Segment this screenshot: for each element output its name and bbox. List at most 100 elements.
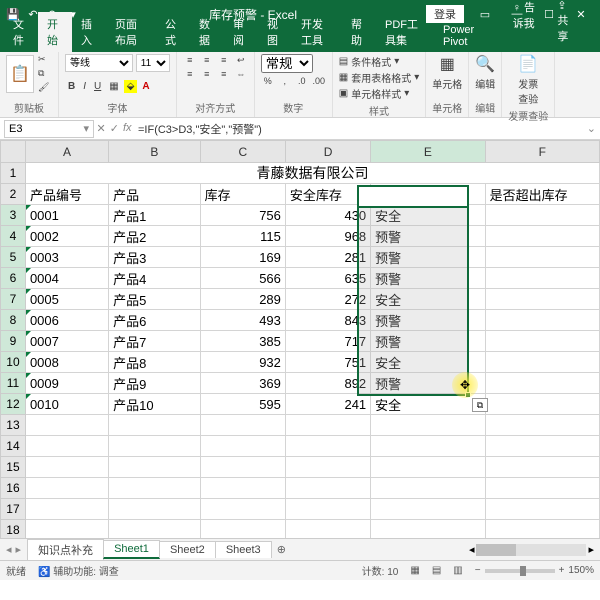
cell[interactable] bbox=[485, 289, 599, 310]
cell[interactable] bbox=[200, 457, 285, 478]
cell[interactable]: 0003 bbox=[25, 247, 108, 268]
cell[interactable] bbox=[285, 457, 370, 478]
column-header[interactable]: B bbox=[109, 141, 201, 163]
cell[interactable]: 843 bbox=[285, 310, 370, 331]
zoom-out-button[interactable]: − bbox=[475, 565, 481, 576]
paste-button[interactable]: 📋 bbox=[6, 55, 34, 93]
zoom-slider[interactable] bbox=[485, 569, 555, 573]
cell[interactable]: 566 bbox=[200, 268, 285, 289]
cell[interactable] bbox=[285, 478, 370, 499]
autofill-options-button[interactable]: ⧉ bbox=[472, 398, 488, 412]
select-all-corner[interactable] bbox=[1, 141, 26, 163]
tab-scroll-right-icon[interactable]: ▸ bbox=[16, 543, 22, 556]
column-header[interactable]: A bbox=[25, 141, 108, 163]
row-header[interactable]: 11 bbox=[1, 373, 26, 394]
cell[interactable]: 272 bbox=[285, 289, 370, 310]
cell[interactable] bbox=[485, 310, 599, 331]
fx-icon[interactable]: fx bbox=[123, 122, 132, 135]
cell[interactable] bbox=[485, 247, 599, 268]
cell[interactable] bbox=[485, 415, 599, 436]
cell[interactable]: 0008 bbox=[25, 352, 108, 373]
underline-button[interactable]: U bbox=[91, 80, 104, 93]
tab-developer[interactable]: 开发工具 bbox=[292, 12, 342, 52]
tab-scroll-left-icon[interactable]: ◂ bbox=[6, 543, 12, 556]
column-header[interactable]: C bbox=[200, 141, 285, 163]
cell[interactable] bbox=[109, 478, 201, 499]
align-center-icon[interactable]: ≡ bbox=[200, 68, 214, 80]
cell[interactable]: 115 bbox=[200, 226, 285, 247]
cell[interactable] bbox=[109, 436, 201, 457]
merge-icon[interactable]: ⇔ bbox=[234, 68, 248, 80]
tab-powerpivot[interactable]: Power Pivot bbox=[434, 20, 495, 52]
cell[interactable]: 0001 bbox=[25, 205, 108, 226]
row-header[interactable]: 15 bbox=[1, 457, 26, 478]
cell[interactable]: 产品8 bbox=[109, 352, 201, 373]
cell[interactable]: 是否超出库存 bbox=[485, 184, 599, 205]
align-left-icon[interactable]: ≡ bbox=[183, 68, 197, 80]
cell[interactable] bbox=[371, 520, 485, 539]
tell-me[interactable]: ♀ 告诉我 bbox=[504, 0, 549, 48]
cancel-formula-icon[interactable]: ✕ bbox=[97, 122, 106, 135]
dec-decimal-icon[interactable]: .00 bbox=[312, 75, 326, 87]
cell-style-button[interactable]: ▣ 单元格样式 ▾ bbox=[339, 86, 419, 101]
cell[interactable]: 0007 bbox=[25, 331, 108, 352]
cell[interactable]: 968 bbox=[285, 226, 370, 247]
cell[interactable]: 产品4 bbox=[109, 268, 201, 289]
cell[interactable]: 产品编号 bbox=[25, 184, 108, 205]
cell[interactable] bbox=[109, 499, 201, 520]
align-right-icon[interactable]: ≡ bbox=[217, 68, 231, 80]
sheet-tab[interactable]: Sheet1 bbox=[103, 540, 160, 559]
cell[interactable] bbox=[285, 499, 370, 520]
cell[interactable]: 281 bbox=[285, 247, 370, 268]
copy-icon[interactable]: ⧉ bbox=[38, 68, 52, 80]
cell[interactable]: 430 bbox=[285, 205, 370, 226]
cell[interactable]: 安全库存 bbox=[285, 184, 370, 205]
tab-home[interactable]: 开始 bbox=[38, 12, 72, 52]
cell[interactable] bbox=[485, 205, 599, 226]
tab-help[interactable]: 帮助 bbox=[342, 12, 376, 52]
formula-input[interactable]: =IF(C3>D3,"安全","预警") bbox=[134, 121, 583, 137]
cell[interactable] bbox=[285, 415, 370, 436]
cell[interactable]: 预警 bbox=[371, 226, 485, 247]
cell[interactable]: 932 bbox=[200, 352, 285, 373]
row-header[interactable]: 17 bbox=[1, 499, 26, 520]
cells-icon[interactable]: ▦ bbox=[440, 54, 455, 74]
font-size-select[interactable]: 11 bbox=[136, 54, 170, 72]
new-sheet-button[interactable]: ⊕ bbox=[271, 543, 292, 556]
invoice-icon[interactable]: 📄 bbox=[518, 54, 538, 74]
cell[interactable] bbox=[371, 436, 485, 457]
row-header[interactable]: 16 bbox=[1, 478, 26, 499]
cell[interactable]: 预警 bbox=[371, 331, 485, 352]
cell[interactable]: 安全 bbox=[371, 352, 485, 373]
cell[interactable]: 产品3 bbox=[109, 247, 201, 268]
row-header[interactable]: 13 bbox=[1, 415, 26, 436]
comma-icon[interactable]: , bbox=[278, 75, 292, 87]
row-header[interactable]: 12 bbox=[1, 394, 26, 415]
cell[interactable]: 493 bbox=[200, 310, 285, 331]
cell[interactable] bbox=[371, 415, 485, 436]
cell[interactable] bbox=[485, 373, 599, 394]
cell[interactable] bbox=[25, 457, 108, 478]
share-button[interactable]: ⇪ 共享 bbox=[548, 0, 587, 48]
align-mid-icon[interactable]: ≡ bbox=[200, 54, 214, 66]
cell[interactable]: 0009 bbox=[25, 373, 108, 394]
row-header[interactable]: 10 bbox=[1, 352, 26, 373]
row-header[interactable]: 9 bbox=[1, 331, 26, 352]
cell[interactable]: 717 bbox=[285, 331, 370, 352]
cell[interactable] bbox=[285, 436, 370, 457]
cell[interactable] bbox=[485, 436, 599, 457]
hscroll-left-icon[interactable]: ◂ bbox=[469, 543, 475, 556]
cell[interactable] bbox=[200, 436, 285, 457]
cell[interactable]: 0006 bbox=[25, 310, 108, 331]
cut-icon[interactable]: ✂ bbox=[38, 54, 52, 66]
tab-file[interactable]: 文件 bbox=[4, 12, 38, 52]
cell[interactable] bbox=[200, 499, 285, 520]
cell[interactable] bbox=[200, 478, 285, 499]
cell[interactable] bbox=[485, 268, 599, 289]
number-format-select[interactable]: 常规 bbox=[261, 54, 313, 73]
accept-formula-icon[interactable]: ✓ bbox=[110, 122, 119, 135]
tab-view[interactable]: 视图 bbox=[258, 12, 292, 52]
cell[interactable]: 892 bbox=[285, 373, 370, 394]
row-header[interactable]: 2 bbox=[1, 184, 26, 205]
format-painter-icon[interactable]: 🖌 bbox=[38, 82, 52, 94]
